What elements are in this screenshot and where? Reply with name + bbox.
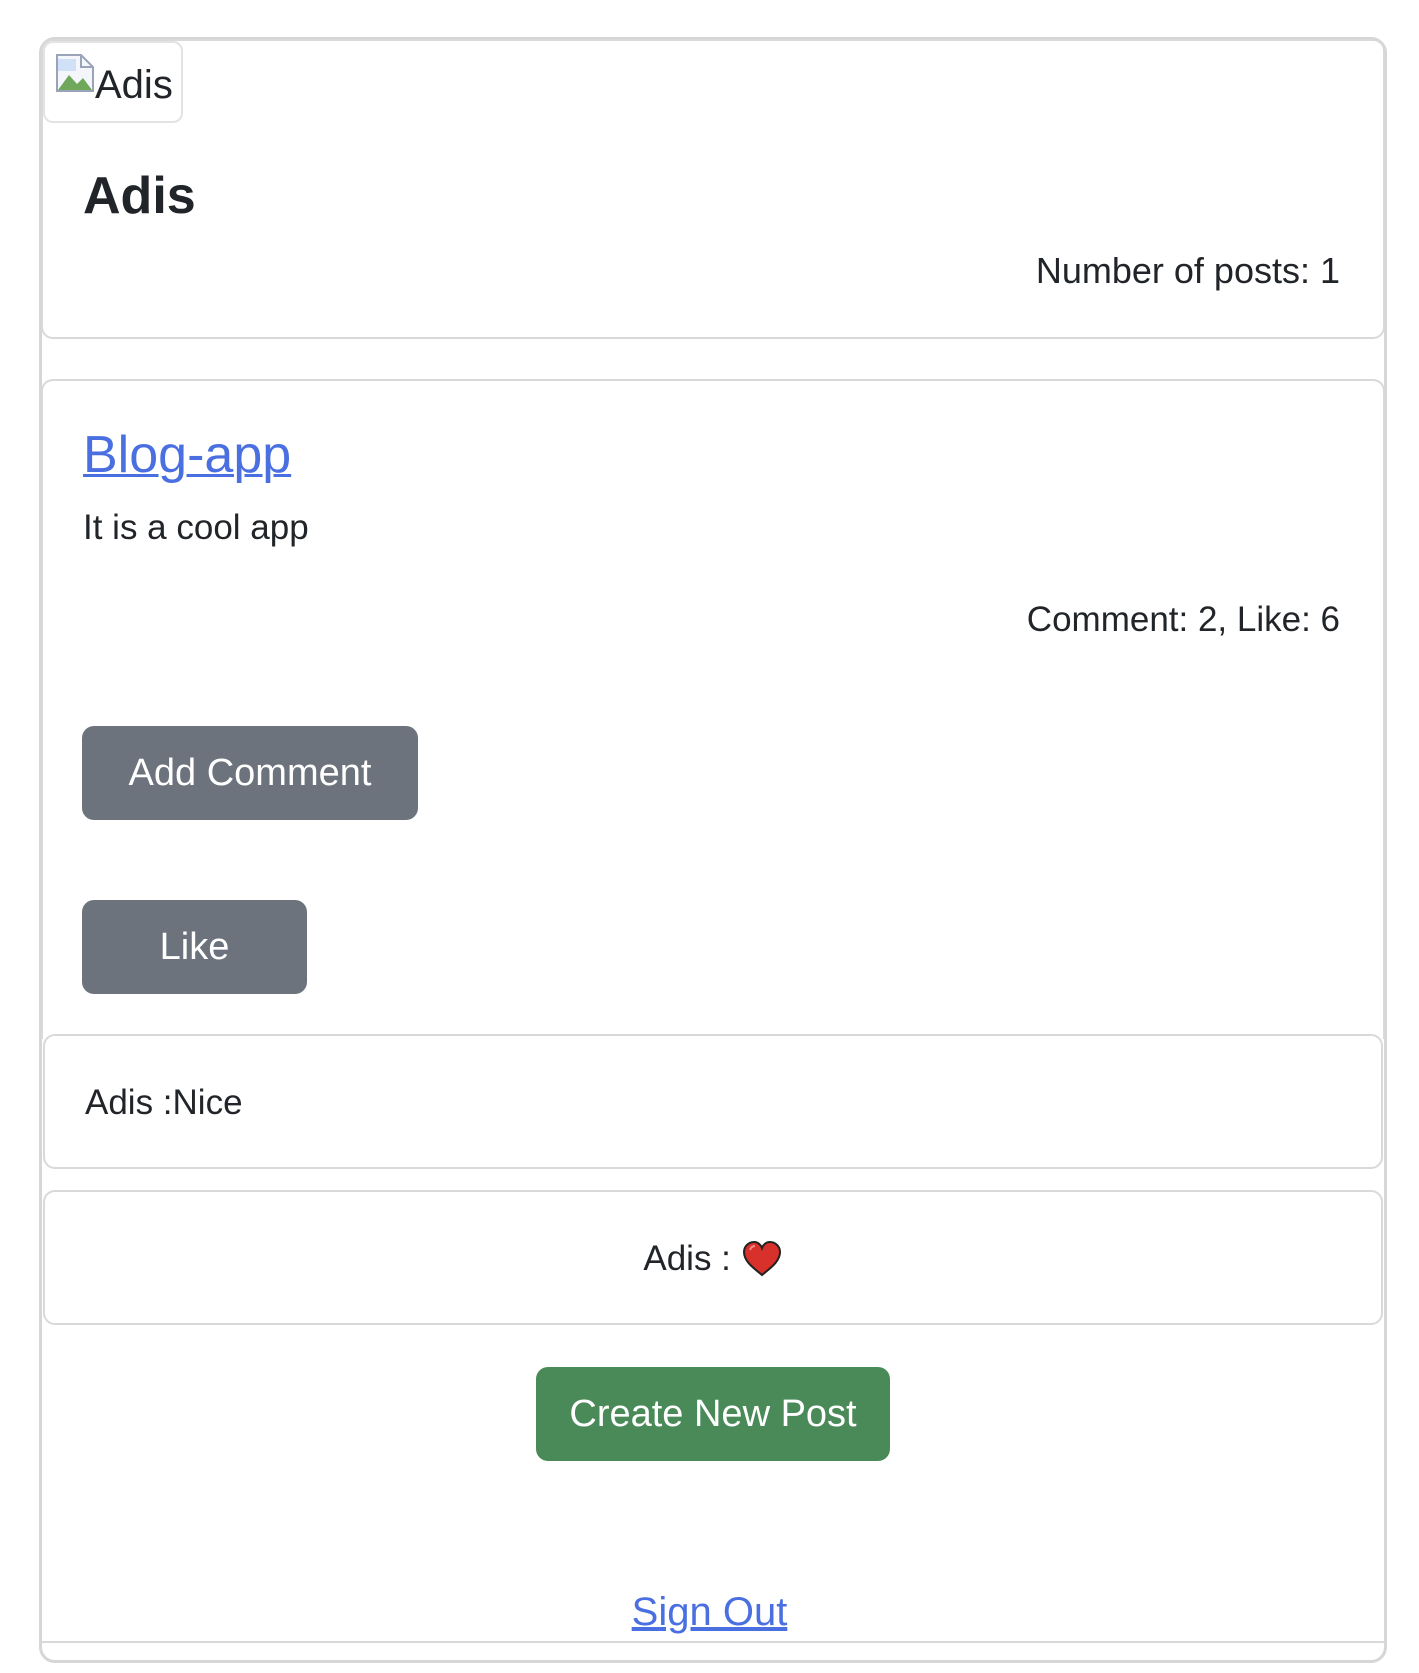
broken-image-icon — [56, 54, 94, 92]
comment-text: Adis : — [643, 1239, 731, 1278]
comment-card: Adis :Nice — [43, 1034, 1383, 1169]
comment-text: Adis :Nice — [85, 1083, 243, 1122]
post-count: Number of posts: 1 — [1035, 250, 1340, 291]
user-card — [41, 39, 1385, 339]
heart-icon — [742, 1240, 781, 1277]
post-title-link[interactable]: Blog-app — [83, 425, 291, 485]
avatar: Adis — [43, 41, 183, 123]
post-text: It is a cool app — [83, 508, 309, 547]
divider — [41, 1641, 1385, 1643]
add-comment-button[interactable]: Add Comment — [82, 726, 418, 820]
post-stats: Comment: 2, Like: 6 — [1026, 600, 1340, 639]
user-name: Adis — [83, 167, 196, 225]
comment-card: Adis : — [43, 1190, 1383, 1325]
like-button[interactable]: Like — [82, 900, 307, 994]
comment-text-container: Adis : — [45, 1239, 1381, 1279]
sign-out-link[interactable]: Sign Out — [0, 1590, 1419, 1635]
create-new-post-button[interactable]: Create New Post — [536, 1367, 890, 1461]
avatar-alt-text: Adis — [95, 63, 173, 107]
